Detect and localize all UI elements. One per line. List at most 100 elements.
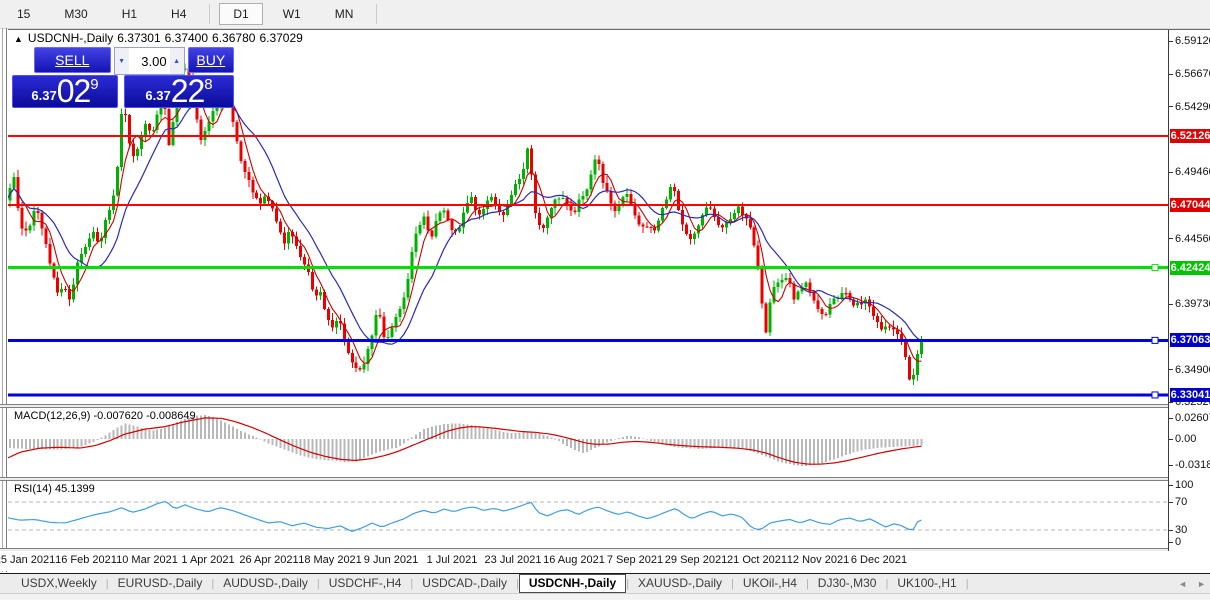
buy-price-big: 22	[171, 76, 205, 106]
tab-separator: |	[966, 578, 969, 590]
date-label: 23 Jul 2021	[485, 554, 542, 566]
macd-tick-label: -0.03187	[1175, 459, 1210, 471]
main-chart-pane[interactable]: ▲USDCNH-,Daily6.373016.374006.367806.370…	[8, 30, 1168, 404]
sell-price-big: 02	[57, 76, 91, 106]
volume-input[interactable]	[129, 48, 170, 74]
buy-price-sup: 8	[204, 78, 212, 91]
tab-usdx-weekly[interactable]: USDX,Weekly	[12, 575, 106, 592]
date-label: 16 Feb 2021	[55, 554, 117, 566]
rsi-indicator-name: RSI(14)	[14, 483, 52, 495]
price-tick-dash	[1169, 74, 1173, 75]
tab-xauusd-daily[interactable]: XAUUSD-,Daily	[629, 575, 731, 592]
tab-scroll-arrows: ◄ ►	[1178, 574, 1206, 593]
price-tick-dash	[1169, 304, 1173, 305]
chart-symbol-period: USDCNH-,Daily	[28, 31, 113, 45]
price-tick-dash	[1169, 41, 1173, 42]
macd-pane[interactable]: MACD(12,26,9) -0.007620 -0.008649	[8, 408, 1168, 477]
tab-usdchf-h4[interactable]: USDCHF-,H4	[320, 575, 411, 592]
timeframe-button-w1[interactable]: W1	[269, 3, 315, 25]
price-tick-label: 6.54290	[1175, 101, 1210, 113]
rsi-tick-dash	[1169, 502, 1173, 503]
timeframe-button-m30[interactable]: M30	[50, 3, 101, 25]
tab-audusd-daily[interactable]: AUDUSD-,Daily	[214, 575, 317, 592]
tab-scroll-right-icon[interactable]: ►	[1197, 579, 1206, 589]
timeframe-button-mn[interactable]: MN	[321, 3, 368, 25]
timeframe-toolbar: 15 M30 H1 H4 D1 W1 MN	[0, 0, 1210, 29]
rsi-tick-dash	[1169, 530, 1173, 531]
ohlc-low: 6.36780	[212, 31, 255, 45]
chart-tab-bar: USDX,Weekly|EURUSD-,Daily|AUDUSD-,Daily|…	[0, 574, 1210, 593]
rsi-tick-label: 30	[1175, 524, 1187, 536]
ohlc-close: 6.37029	[259, 31, 302, 45]
date-label: 16 Aug 2021	[543, 554, 605, 566]
collapse-chart-icon[interactable]: ▲	[14, 34, 23, 44]
date-label: 29 Sep 2021	[665, 554, 727, 566]
sell-button[interactable]: SELL	[34, 47, 111, 73]
macd-label: MACD(12,26,9) -0.007620 -0.008649	[14, 410, 196, 422]
timeframe-button-15[interactable]: 15	[3, 3, 44, 25]
sell-price-prefix: 6.37	[31, 86, 56, 106]
tab-ukoil-h4[interactable]: UKOil-,H4	[734, 575, 806, 592]
price-tick-label: 6.59120	[1175, 35, 1210, 47]
macd-tick-dash	[1169, 418, 1173, 419]
sell-price-display[interactable]: 6.37029	[12, 75, 118, 108]
level-handle	[1152, 337, 1158, 343]
rsi-pane[interactable]: RSI(14) 45.1399	[8, 481, 1168, 548]
date-label: 6 Dec 2021	[851, 554, 907, 566]
date-label: 12 Nov 2021	[787, 554, 849, 566]
price-tick-dash	[1169, 172, 1173, 173]
tab-scroll-left-icon[interactable]: ◄	[1178, 579, 1187, 589]
buy-price-display[interactable]: 6.37228	[124, 75, 234, 108]
tab-usdcnh-daily[interactable]: USDCNH-,Daily	[519, 574, 626, 593]
buy-price-prefix: 6.37	[145, 86, 170, 106]
ohlc-open: 6.37301	[117, 31, 160, 45]
date-label: 21 Oct 2021	[727, 554, 787, 566]
volume-increase-button[interactable]: ▲	[170, 48, 184, 74]
one-click-trading-panel: SELL ▼ ▲ BUY 6.37029 6.37228	[12, 47, 234, 108]
tabbar-bottom-strip	[0, 593, 1210, 600]
tab-list: USDX,Weekly|EURUSD-,Daily|AUDUSD-,Daily|…	[0, 574, 969, 593]
tab-eurusd-daily[interactable]: EURUSD-,Daily	[109, 575, 212, 592]
chart-title: ▲USDCNH-,Daily6.373016.374006.367806.370…	[14, 31, 307, 45]
toolbar-separator	[376, 4, 377, 24]
date-label: 9 Jun 2021	[364, 554, 418, 566]
sell-price-sup: 9	[90, 78, 98, 91]
level-badge-6.37063: 6.37063	[1170, 333, 1210, 347]
rsi-value: 45.1399	[55, 483, 95, 495]
date-label: 18 May 2021	[298, 554, 362, 566]
price-tick-dash	[1169, 106, 1173, 107]
macd-tick-dash	[1169, 465, 1173, 466]
level-handle	[1152, 392, 1158, 398]
rsi-line	[8, 502, 921, 532]
macd-tick-label: 0.02607	[1175, 412, 1210, 424]
level-handle	[1152, 265, 1158, 271]
buy-button[interactable]: BUY	[188, 47, 234, 73]
window-frame-line	[2, 28, 3, 572]
date-axis[interactable]: 25 Jan 202116 Feb 202110 Mar 20211 Apr 2…	[0, 551, 1210, 571]
rsi-tick-label: 100	[1175, 479, 1193, 491]
rsi-tick-label: 70	[1175, 496, 1187, 508]
rsi-tick-dash	[1169, 485, 1173, 486]
timeframe-button-h1[interactable]: H1	[108, 3, 151, 25]
macd-values: -0.007620 -0.008649	[93, 410, 195, 422]
price-axis[interactable]: 6.591206.566706.542906.494606.445606.397…	[1168, 30, 1210, 551]
tab-uk100-h1[interactable]: UK100-,H1	[888, 575, 965, 592]
trade-panel-price-row: 6.37029 6.37228	[12, 75, 234, 108]
tab-usdcad-daily[interactable]: USDCAD-,Daily	[413, 575, 516, 592]
price-tick-dash	[1169, 369, 1173, 370]
rsi-tick-label: 0	[1175, 536, 1181, 548]
macd-histogram	[8, 415, 922, 466]
toolbar-separator	[209, 4, 210, 24]
price-tick-label: 6.56670	[1175, 68, 1210, 80]
tab-dj30-m30[interactable]: DJ30-,M30	[809, 575, 886, 592]
macd-tick-label: 0.00	[1175, 433, 1196, 445]
timeframe-button-d1[interactable]: D1	[219, 3, 262, 25]
spinner-up-icon: ▲	[173, 58, 180, 65]
rsi-canvas[interactable]	[8, 481, 1168, 548]
date-label: 1 Jul 2021	[427, 554, 478, 566]
candles	[8, 64, 923, 386]
volume-decrease-button[interactable]: ▼	[115, 48, 129, 74]
timeframe-button-h4[interactable]: H4	[157, 3, 200, 25]
date-label: 1 Apr 2021	[181, 554, 234, 566]
macd-indicator-name: MACD(12,26,9)	[14, 410, 90, 422]
